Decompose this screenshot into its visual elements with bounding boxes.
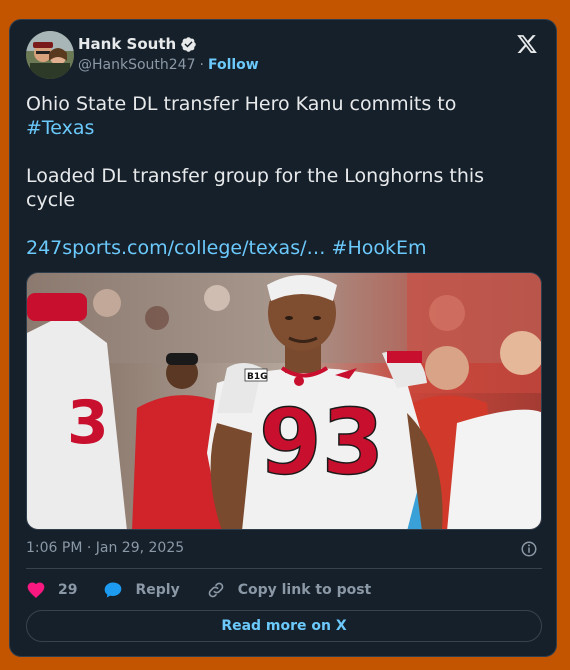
author-name[interactable]: Hank South xyxy=(78,35,176,53)
copy-link-button[interactable]: Copy link to post xyxy=(206,580,372,600)
x-logo-icon[interactable] xyxy=(516,33,538,55)
link-icon xyxy=(208,582,224,598)
like-count: 29 xyxy=(58,582,78,598)
reply-button[interactable]: Reply xyxy=(103,580,180,600)
jersey-number: 93 xyxy=(259,390,384,495)
like-button[interactable]: 29 xyxy=(26,580,77,600)
tweet-line-1: Ohio State DL transfer Hero Kanu commits… xyxy=(26,93,457,115)
article-link[interactable]: 247sports.com/college/texas/… xyxy=(26,237,326,259)
hashtag-hookem[interactable]: #HookEm xyxy=(332,237,427,259)
tweet-card: Hank South @HankSouth247 · Follow Ohio S… xyxy=(9,19,557,657)
tweet-line-2: Loaded DL transfer group for the Longhor… xyxy=(26,165,485,211)
hashtag-texas[interactable]: #Texas xyxy=(26,117,94,139)
avatar[interactable] xyxy=(26,31,74,79)
conference-logo: B1G xyxy=(247,372,268,382)
reply-icon xyxy=(105,582,122,598)
tweet-photo[interactable]: 3 93 B1G xyxy=(26,272,542,530)
author-handle[interactable]: @HankSouth247 xyxy=(78,57,196,73)
follow-button[interactable]: Follow xyxy=(208,57,259,73)
tweet-text: Ohio State DL transfer Hero Kanu commits… xyxy=(26,92,526,260)
heart-icon xyxy=(27,582,45,598)
read-more-button[interactable]: Read more on X xyxy=(26,610,542,642)
verified-icon xyxy=(181,36,196,52)
copy-link-label: Copy link to post xyxy=(237,582,372,598)
divider xyxy=(26,568,542,569)
reply-label: Reply xyxy=(135,582,180,598)
separator: · xyxy=(199,57,204,73)
svg-text:3: 3 xyxy=(67,388,109,458)
info-icon[interactable] xyxy=(520,540,538,558)
timestamp[interactable]: 1:06 PM · Jan 29, 2025 xyxy=(26,540,184,556)
